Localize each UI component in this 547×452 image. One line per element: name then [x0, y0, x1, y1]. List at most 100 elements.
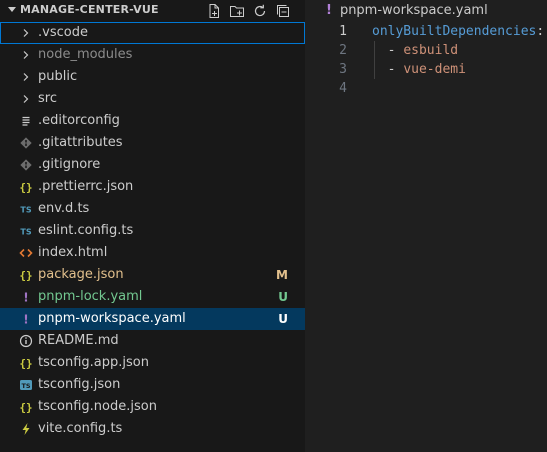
tree-item-label: node_modules: [38, 47, 133, 62]
line-number: 1: [339, 24, 347, 39]
code-token: onlyBuiltDependencies: [372, 24, 537, 39]
yaml-icon: !: [18, 308, 34, 330]
typescript-icon: TS: [18, 220, 34, 242]
tree-item-label: .prettierrc.json: [38, 179, 134, 194]
vite-icon: [18, 418, 34, 440]
svg-text:TS: TS: [20, 206, 31, 215]
file-item-env-d-ts[interactable]: TS env.d.ts: [0, 198, 305, 220]
tree-item-label: src: [38, 91, 57, 106]
code-line[interactable]: 2 - esbuild: [305, 41, 547, 60]
explorer-title[interactable]: MANAGE-CENTER-VUE: [8, 3, 159, 16]
folder-item-node-modules[interactable]: node_modules: [0, 44, 305, 66]
svg-text:!: !: [23, 291, 28, 305]
json-icon: {}: [18, 352, 34, 374]
code-line[interactable]: 3 - vue-demi: [305, 60, 547, 79]
tree-item-label: .editorconfig: [38, 113, 120, 128]
json-icon: {}: [18, 176, 34, 198]
tree-item-label: vite.config.ts: [38, 421, 123, 436]
breadcrumb-file[interactable]: pnpm-workspace.yaml: [340, 3, 488, 18]
tree-item-label: eslint.config.ts: [38, 223, 134, 238]
tree-item-label: .gitignore: [38, 157, 101, 172]
tree-item-label: env.d.ts: [38, 201, 90, 216]
folder-item-public[interactable]: public: [0, 66, 305, 88]
code-token: -: [372, 43, 404, 58]
chevron-right-icon[interactable]: [20, 49, 32, 61]
chevron-right-icon[interactable]: [20, 27, 32, 39]
code-token: :: [536, 24, 545, 39]
line-number: 4: [339, 81, 347, 96]
config-file-icon: [18, 110, 34, 132]
file-tree: .vscode node_modulespublic src .editorconfi…: [0, 22, 305, 440]
code-token: vue-demi: [403, 62, 466, 77]
file-item-eslint-config-ts[interactable]: TS eslint.config.ts: [0, 220, 305, 242]
line-content: - vue-demi: [372, 60, 466, 79]
code-line[interactable]: 1 onlyBuiltDependencies:: [305, 22, 547, 41]
git-status-badge: U: [278, 312, 288, 326]
file-item-pnpm-workspace-yaml[interactable]: ! pnpm-workspace.yaml U: [0, 308, 305, 330]
chevron-down-icon: [8, 7, 16, 12]
file-item-gitignore[interactable]: .gitignore: [0, 154, 305, 176]
breadcrumb[interactable]: ! pnpm-workspace.yaml: [326, 3, 488, 18]
svg-text:{}: {}: [19, 269, 32, 282]
tree-item-label: tsconfig.app.json: [38, 355, 149, 370]
file-item-vite-config-ts[interactable]: vite.config.ts: [0, 418, 305, 440]
git-status-badge: M: [276, 268, 288, 282]
svg-text:!: !: [23, 313, 28, 327]
typescript-icon: TS: [18, 198, 34, 220]
file-item-prettierrc-json[interactable]: {} .prettierrc.json: [0, 176, 305, 198]
tree-item-label: public: [38, 69, 78, 84]
file-item-index-html[interactable]: index.html: [0, 242, 305, 264]
file-item-package-json[interactable]: {} package.json M: [0, 264, 305, 286]
file-item-pnpm-lock-yaml[interactable]: ! pnpm-lock.yaml U: [0, 286, 305, 308]
git-icon: [18, 132, 34, 154]
folder-item-vscode[interactable]: .vscode: [0, 22, 305, 44]
tree-item-label: .gitattributes: [38, 135, 123, 150]
svg-text:{}: {}: [19, 357, 32, 370]
file-item-tsconfig-app-json[interactable]: {} tsconfig.app.json: [0, 352, 305, 374]
svg-text:TS: TS: [21, 382, 30, 390]
file-item-tsconfig-node-json[interactable]: {} tsconfig.node.json: [0, 396, 305, 418]
tree-item-label: tsconfig.node.json: [38, 399, 157, 414]
new-file-icon[interactable]: [206, 3, 222, 19]
yaml-file-icon: !: [326, 3, 332, 18]
collapse-all-icon[interactable]: [275, 3, 291, 19]
editor-pane[interactable]: ! pnpm-workspace.yaml 1 onlyBuiltDependenc…: [305, 0, 547, 452]
indent-guide: [374, 41, 375, 79]
tree-item-label: .vscode: [38, 25, 88, 40]
code-token: esbuild: [403, 43, 459, 58]
chevron-right-icon[interactable]: [20, 93, 32, 105]
file-item-readme-md[interactable]: README.md: [0, 330, 305, 352]
tree-item-label: index.html: [38, 245, 108, 260]
file-item-tsconfig-json[interactable]: TS tsconfig.json: [0, 374, 305, 396]
git-status-badge: U: [278, 290, 288, 304]
workspace-name: MANAGE-CENTER-VUE: [20, 3, 159, 16]
file-item-editorconfig[interactable]: .editorconfig: [0, 110, 305, 132]
git-icon: [18, 154, 34, 176]
refresh-icon[interactable]: [252, 3, 268, 19]
file-item-gitattributes[interactable]: .gitattributes: [0, 132, 305, 154]
folder-item-src[interactable]: src: [0, 88, 305, 110]
new-folder-icon[interactable]: [229, 3, 245, 19]
explorer-actions: [206, 3, 291, 19]
code-line[interactable]: 4: [305, 79, 547, 98]
line-number: 2: [339, 43, 347, 58]
line-number: 3: [339, 62, 347, 77]
svg-text:{}: {}: [19, 401, 32, 414]
tree-item-label: pnpm-workspace.yaml: [38, 311, 186, 326]
json-icon: {}: [18, 264, 34, 286]
chevron-right-icon[interactable]: [20, 71, 32, 83]
info-icon: [18, 330, 34, 352]
line-content: onlyBuiltDependencies:: [372, 22, 544, 41]
explorer-panel: MANAGE-CENTER-VUE .vscode node_modulespub…: [0, 0, 305, 452]
line-content: - esbuild: [372, 41, 458, 60]
tree-item-label: README.md: [38, 333, 119, 348]
html-icon: [18, 242, 34, 264]
svg-text:TS: TS: [20, 228, 31, 237]
explorer-header[interactable]: MANAGE-CENTER-VUE: [0, 0, 305, 22]
tree-item-label: tsconfig.json: [38, 377, 121, 392]
json-icon: {}: [18, 396, 34, 418]
code-token: -: [372, 62, 404, 77]
code-editor[interactable]: 1 onlyBuiltDependencies: 2 - esbuild 3 - vu…: [305, 22, 547, 98]
yaml-icon: !: [18, 286, 34, 308]
svg-text:{}: {}: [19, 181, 32, 194]
